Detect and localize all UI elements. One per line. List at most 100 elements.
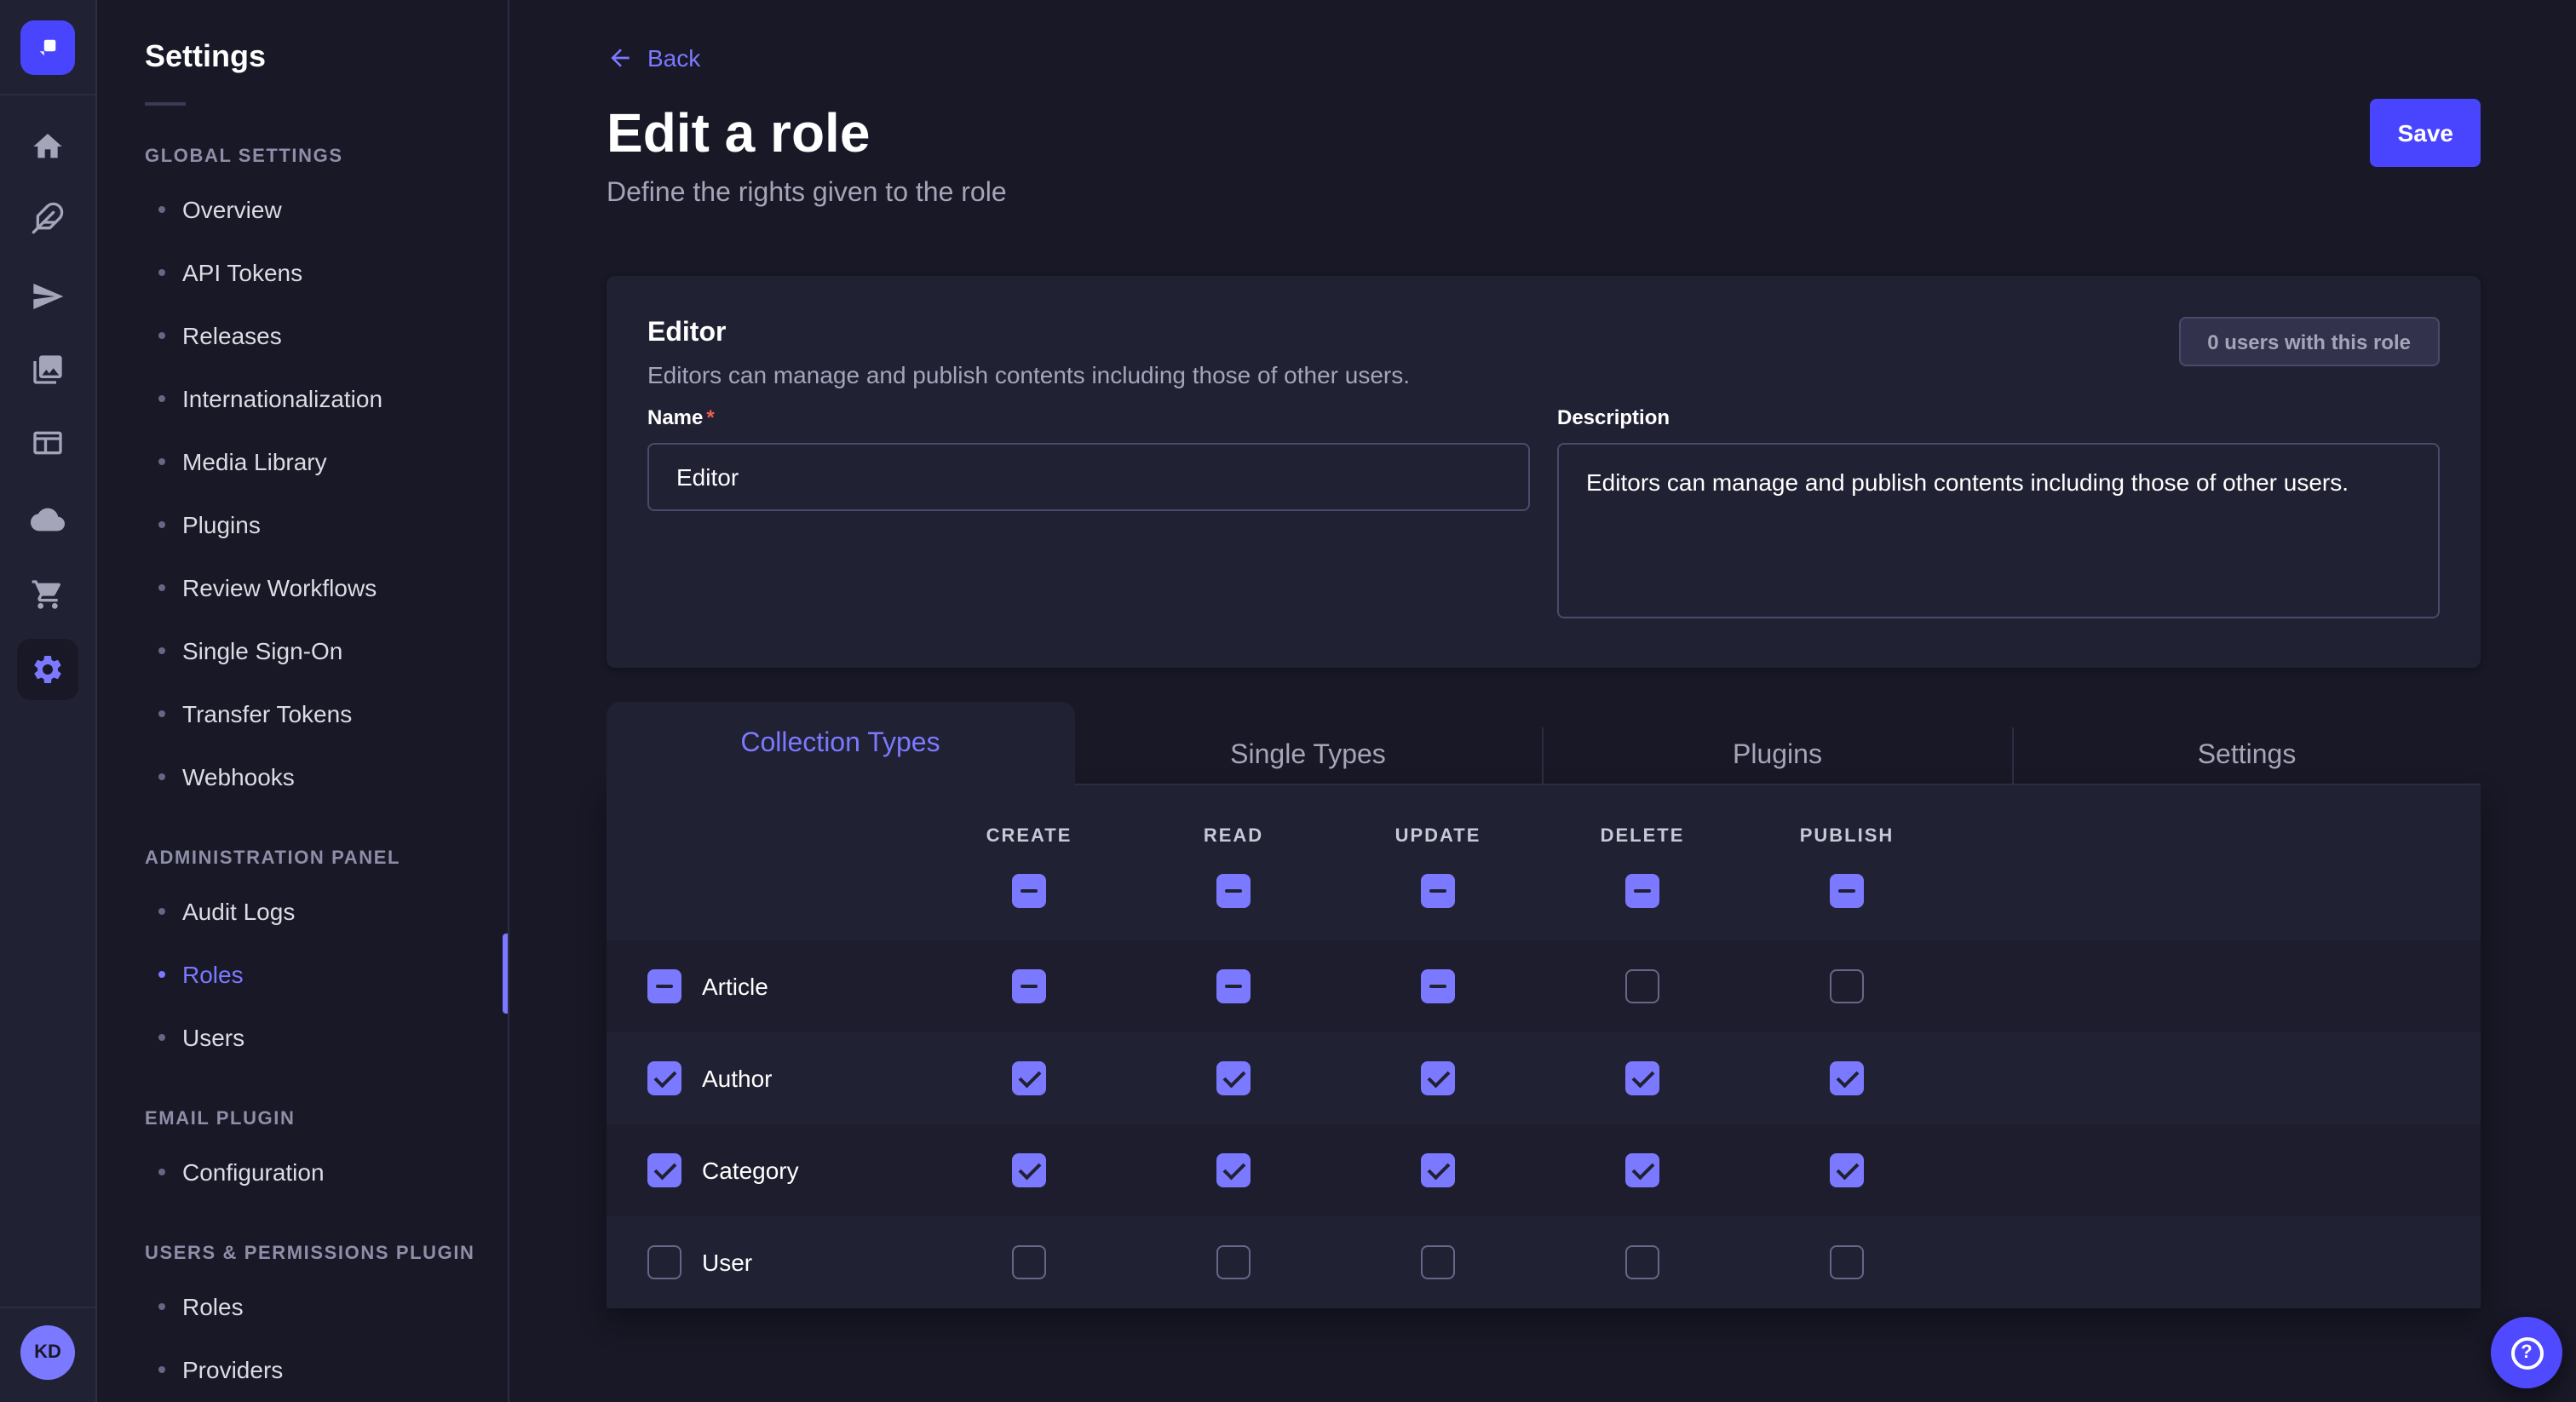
permission-cell xyxy=(1131,1124,1336,1216)
sidebar-item-internationalization[interactable]: Internationalization xyxy=(97,366,508,429)
media-library-icon[interactable] xyxy=(31,353,65,387)
author-delete-checkbox-checked[interactable] xyxy=(1625,1061,1659,1095)
sidebar-item-label: Review Workflows xyxy=(182,573,377,600)
row-filler-cell xyxy=(1949,1216,2481,1308)
permission-cell xyxy=(1131,1032,1336,1124)
user-update-checkbox-unchecked[interactable] xyxy=(1421,1245,1455,1279)
category-update-checkbox-checked[interactable] xyxy=(1421,1153,1455,1187)
content-type-label: Author xyxy=(702,1065,773,1092)
app-window: KD Settings GLOBAL SETTINGS Overview API T… xyxy=(0,0,2576,1402)
users-with-role-button[interactable]: 0 users with this role xyxy=(2178,317,2440,366)
column-label: READ xyxy=(1204,826,1263,847)
row-user-checkbox-unchecked[interactable] xyxy=(647,1245,681,1279)
send-icon[interactable] xyxy=(31,279,65,313)
name-input[interactable] xyxy=(647,443,1530,511)
user-read-checkbox-unchecked[interactable] xyxy=(1216,1245,1251,1279)
feather-icon[interactable] xyxy=(31,201,65,235)
settings-gear-icon[interactable] xyxy=(17,639,78,700)
select-all-delete-checkbox-indeterminate[interactable] xyxy=(1625,874,1659,908)
column-header-create: CREATE xyxy=(927,785,1131,940)
sidebar-section: ADMINISTRATION PANELAudit LogsRolesUsers xyxy=(97,848,508,1068)
user-delete-checkbox-unchecked[interactable] xyxy=(1625,1245,1659,1279)
sidebar-item-users[interactable]: Users xyxy=(97,1005,508,1068)
row-label-cell: Author xyxy=(607,1032,927,1124)
category-create-checkbox-checked[interactable] xyxy=(1012,1153,1046,1187)
article-publish-checkbox-unchecked[interactable] xyxy=(1830,969,1864,1003)
article-delete-checkbox-unchecked[interactable] xyxy=(1625,969,1659,1003)
category-read-checkbox-checked[interactable] xyxy=(1216,1153,1251,1187)
sidebar-item-webhooks[interactable]: Webhooks xyxy=(97,744,508,807)
user-avatar[interactable]: KD xyxy=(20,1325,75,1380)
save-button[interactable]: Save xyxy=(2371,99,2481,167)
permissions-header-row: CREATEREADUPDATEDELETEPUBLISH xyxy=(607,785,2481,940)
bullet-icon xyxy=(158,773,165,779)
tab-single-types[interactable]: Single Types xyxy=(1074,727,1542,785)
article-read-checkbox-indeterminate[interactable] xyxy=(1216,969,1251,1003)
sidebar-item-label: API Tokens xyxy=(182,258,302,285)
tab-collection-types[interactable]: Collection Types xyxy=(607,702,1074,785)
sidebar-item-api-tokens[interactable]: API Tokens xyxy=(97,240,508,303)
row-label-cell: User xyxy=(607,1216,927,1308)
select-all-create-checkbox-indeterminate[interactable] xyxy=(1012,874,1046,908)
author-update-checkbox-checked[interactable] xyxy=(1421,1061,1455,1095)
cloud-icon[interactable] xyxy=(31,503,65,537)
bullet-icon xyxy=(158,583,165,590)
select-all-update-checkbox-indeterminate[interactable] xyxy=(1421,874,1455,908)
sidebar-item-transfer-tokens[interactable]: Transfer Tokens xyxy=(97,681,508,744)
select-all-read-checkbox-indeterminate[interactable] xyxy=(1216,874,1251,908)
sidebar-section: USERS & PERMISSIONS PLUGINRolesProviders xyxy=(97,1244,508,1400)
rail-divider xyxy=(0,1307,95,1308)
author-create-checkbox-checked[interactable] xyxy=(1012,1061,1046,1095)
sidebar-title: Settings xyxy=(145,37,508,75)
permission-cell xyxy=(1131,1216,1336,1308)
row-label-cell: Article xyxy=(607,940,927,1032)
sidebar-item-review-workflows[interactable]: Review Workflows xyxy=(97,555,508,618)
user-publish-checkbox-unchecked[interactable] xyxy=(1830,1245,1864,1279)
sidebar-item-overview[interactable]: Overview xyxy=(97,177,508,240)
bullet-icon xyxy=(158,457,165,464)
sidebar-item-releases[interactable]: Releases xyxy=(97,303,508,366)
bullet-icon xyxy=(158,1168,165,1175)
select-all-publish-checkbox-indeterminate[interactable] xyxy=(1830,874,1864,908)
strapi-logo-icon[interactable] xyxy=(20,20,75,74)
layout-icon[interactable] xyxy=(31,426,65,460)
description-field-label: Description xyxy=(1557,405,1670,429)
permission-cell xyxy=(1336,940,1540,1032)
bullet-icon xyxy=(158,1302,165,1309)
sidebar-item-list: Configuration xyxy=(97,1140,508,1203)
sidebar-item-label: Providers xyxy=(182,1355,283,1382)
author-read-checkbox-checked[interactable] xyxy=(1216,1061,1251,1095)
sidebar-item-single-sign-on[interactable]: Single Sign-On xyxy=(97,618,508,681)
sidebar-item-list: Overview API Tokens ReleasesInternationali… xyxy=(97,177,508,807)
user-create-checkbox-unchecked[interactable] xyxy=(1012,1245,1046,1279)
tab-plugins[interactable]: Plugins xyxy=(1542,727,2011,785)
cart-icon[interactable] xyxy=(31,577,65,612)
sidebar-item-audit-logs[interactable]: Audit Logs xyxy=(97,879,508,942)
article-update-checkbox-indeterminate[interactable] xyxy=(1421,969,1455,1003)
category-publish-checkbox-checked[interactable] xyxy=(1830,1153,1864,1187)
back-link[interactable]: Back xyxy=(607,44,700,72)
sidebar-item-roles[interactable]: Roles xyxy=(97,1274,508,1337)
bullet-icon xyxy=(158,268,165,275)
help-button[interactable]: ? xyxy=(2491,1317,2562,1388)
home-icon[interactable] xyxy=(31,129,65,164)
category-delete-checkbox-checked[interactable] xyxy=(1625,1153,1659,1187)
article-create-checkbox-indeterminate[interactable] xyxy=(1012,969,1046,1003)
sidebar-item-providers[interactable]: Providers xyxy=(97,1337,508,1400)
sidebar-item-configuration[interactable]: Configuration xyxy=(97,1140,508,1203)
sidebar-item-media-library[interactable]: Media Library xyxy=(97,429,508,492)
sidebar-item-roles[interactable]: Roles xyxy=(97,942,508,1005)
sidebar-item-plugins[interactable]: Plugins xyxy=(97,492,508,555)
row-filler-cell xyxy=(1949,1032,2481,1124)
row-category-checkbox-checked[interactable] xyxy=(647,1153,681,1187)
row-article-checkbox-indeterminate[interactable] xyxy=(647,969,681,1003)
role-details-card: Editor Editors can manage and publish co… xyxy=(607,276,2481,668)
tab-settings[interactable]: Settings xyxy=(2011,727,2481,785)
sidebar-item-label: Configuration xyxy=(182,1158,325,1185)
sidebar-section-label: GLOBAL SETTINGS xyxy=(145,147,508,167)
permissions-table: CREATEREADUPDATEDELETEPUBLISHArticleAuth… xyxy=(607,785,2481,1308)
description-textarea[interactable]: Editors can manage and publish contents … xyxy=(1557,443,2440,618)
author-publish-checkbox-checked[interactable] xyxy=(1830,1061,1864,1095)
row-author-checkbox-checked[interactable] xyxy=(647,1061,681,1095)
logo-section xyxy=(0,0,95,95)
